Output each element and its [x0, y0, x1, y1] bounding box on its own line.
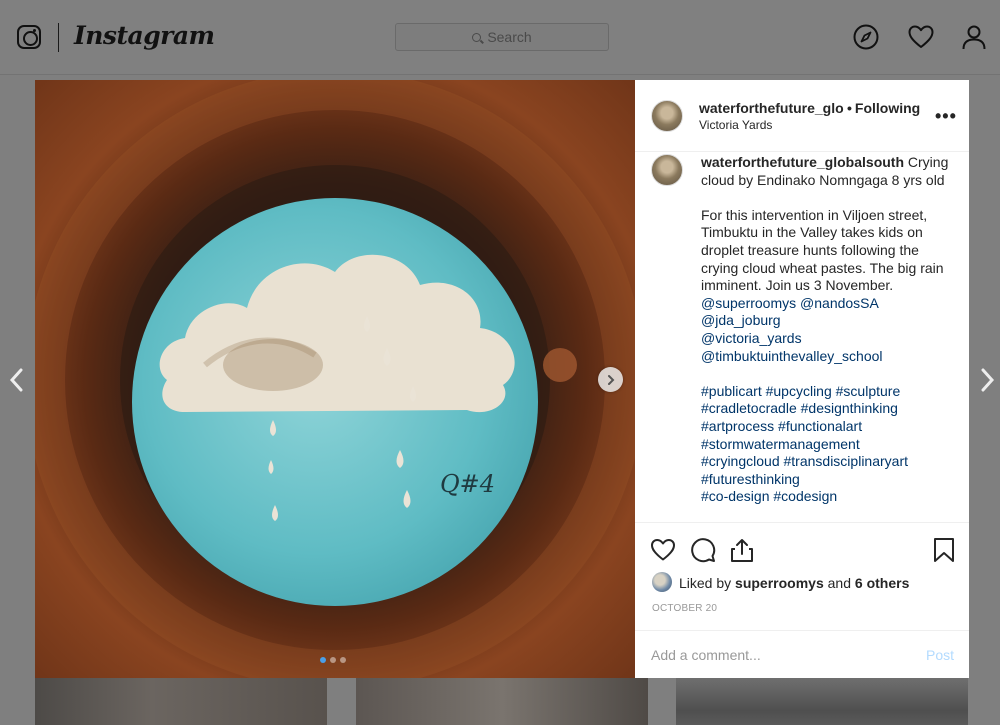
post-header: waterforthefuture_globalsouth•Following … — [635, 80, 969, 152]
post-caption: waterforthefuture_globalsouth Crying clo… — [701, 154, 951, 506]
hashtag-link[interactable]: #co-design — [701, 488, 770, 504]
post-actions: Liked by superroomys and 6 others Octobe… — [635, 522, 969, 630]
carousel-dot — [320, 657, 326, 663]
hashtags-row: #publicart #upcycling #sculpture — [701, 383, 951, 401]
post-image[interactable]: Q#4 — [35, 80, 635, 678]
post-location[interactable]: Victoria Yards — [699, 118, 772, 132]
mention-link[interactable]: @nandosSA — [800, 295, 879, 311]
next-post-arrow-icon[interactable] — [978, 366, 998, 394]
mention-link[interactable]: @superroomys — [701, 295, 796, 311]
mention-link[interactable]: @timbuktuinthevalley_school — [701, 348, 951, 366]
hashtags-row: #artprocess #functionalart — [701, 418, 951, 436]
liked-by-username[interactable]: superroomys — [735, 575, 824, 591]
carousel-dot — [330, 657, 336, 663]
grid-thumbnail[interactable] — [35, 678, 327, 725]
hashtag-link[interactable]: #artprocess — [701, 418, 774, 434]
hashtag-link[interactable]: #transdisciplinaryart — [784, 453, 909, 469]
post-details-panel: waterforthefuture_globalsouth•Following … — [635, 80, 969, 678]
hashtags-row: #futuresthinking — [701, 471, 951, 489]
comment-input[interactable] — [651, 645, 901, 665]
author-username[interactable]: waterforthefuture_globalsouth — [699, 100, 844, 116]
search-box[interactable]: Search — [395, 23, 609, 51]
instagram-glyph-icon[interactable] — [17, 25, 41, 49]
carousel-next-button[interactable] — [598, 367, 623, 392]
logo-divider — [58, 23, 59, 52]
grid-thumbnail[interactable] — [356, 678, 648, 725]
chevron-right-icon — [607, 374, 614, 385]
hashtag-link[interactable]: #designthinking — [801, 400, 898, 416]
caption-author-avatar[interactable] — [651, 154, 683, 186]
hashtag-link[interactable]: #upcycling — [766, 383, 832, 399]
caption-author-username[interactable]: waterforthefuture_globalsouth — [701, 154, 904, 170]
hashtag-link[interactable]: #codesign — [773, 488, 837, 504]
carousel-dot — [340, 657, 346, 663]
hashtags-row: #stormwatermanagement — [701, 436, 951, 454]
crying-cloud-artwork: Q#4 — [35, 80, 635, 678]
post-comment-button[interactable]: Post — [926, 647, 954, 663]
ellipsis-icon[interactable]: ••• — [935, 106, 957, 127]
search-icon — [472, 32, 482, 42]
grid-thumbnail[interactable] — [676, 678, 968, 725]
mention-link[interactable]: @jda_joburg — [701, 312, 951, 330]
bookmark-icon[interactable] — [931, 537, 957, 563]
liker-avatar[interactable] — [652, 572, 672, 592]
hashtag-link[interactable]: #stormwatermanagement — [701, 436, 860, 452]
compass-icon[interactable] — [853, 24, 879, 50]
hashtags-row: #cryingcloud #transdisciplinaryart — [701, 453, 951, 471]
likes-prefix: Liked by — [679, 575, 732, 591]
following-button[interactable]: Following — [855, 100, 920, 116]
hashtag-link[interactable]: #cryingcloud — [701, 453, 780, 469]
separator: • — [847, 100, 852, 116]
hashtag-link[interactable]: #functionalart — [778, 418, 862, 434]
svg-text:Q#4: Q#4 — [440, 470, 495, 498]
carousel-dots — [320, 657, 346, 663]
mentions-row: @superroomys @nandosSA — [701, 295, 951, 313]
share-icon[interactable] — [729, 537, 755, 563]
hashtag-link[interactable]: #publicart — [701, 383, 762, 399]
hashtag-link[interactable]: #futuresthinking — [701, 471, 800, 487]
likes-summary[interactable]: Liked by superroomys and 6 others — [679, 575, 909, 591]
top-navigation: Instagram Search — [0, 0, 1000, 75]
hashtag-link[interactable]: #sculpture — [836, 383, 901, 399]
heart-outline-icon[interactable] — [650, 537, 676, 563]
author-line: waterforthefuture_globalsouth•Following — [699, 100, 920, 116]
caption-body: For this intervention in Viljoen street,… — [701, 206, 944, 294]
hashtags-row: #cradletocradle #designthinking — [701, 400, 951, 418]
hashtags-row: #co-design #codesign — [701, 488, 951, 506]
instagram-wordmark[interactable]: Instagram — [74, 21, 215, 50]
search-placeholder: Search — [487, 29, 532, 45]
comments-scroll-area[interactable]: waterforthefuture_globalsouth Crying clo… — [635, 152, 969, 522]
previous-post-arrow-icon[interactable] — [6, 366, 26, 394]
heart-icon[interactable] — [908, 24, 934, 50]
hashtag-link[interactable]: #cradletocradle — [701, 400, 797, 416]
mention-link[interactable]: @victoria_yards — [701, 330, 951, 348]
author-avatar[interactable] — [651, 100, 683, 132]
comment-bubble-icon[interactable] — [690, 537, 716, 563]
post-date: October 20 — [652, 603, 718, 614]
likes-and: and — [827, 575, 851, 591]
likes-others-link[interactable]: 6 others — [855, 575, 909, 591]
person-icon[interactable] — [961, 24, 987, 50]
add-comment-section: Post — [635, 630, 969, 678]
